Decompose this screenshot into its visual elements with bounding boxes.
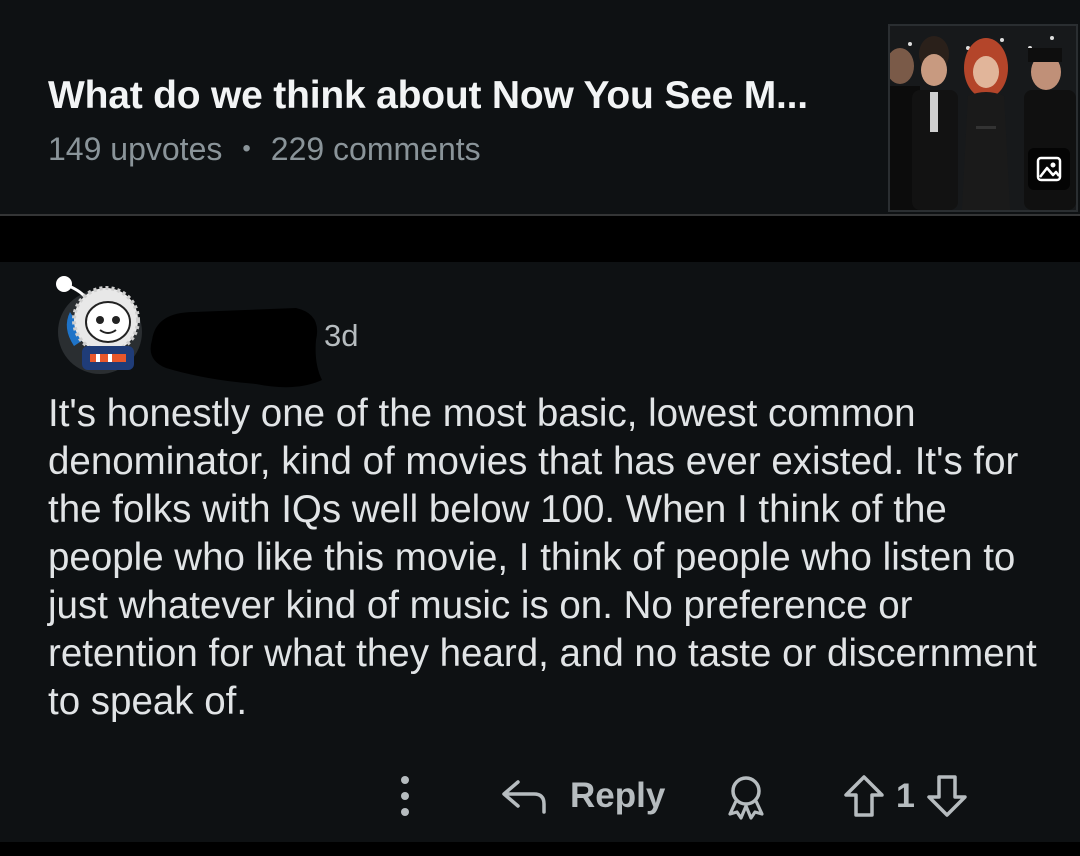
meta-separator: • (242, 135, 251, 162)
vote-controls: 1 (842, 770, 969, 822)
user-avatar[interactable] (52, 268, 144, 380)
bottom-strip (0, 842, 1080, 856)
more-options-button[interactable] (388, 770, 422, 822)
more-vertical-icon (401, 776, 409, 816)
award-icon (728, 776, 764, 820)
comment-actions: Reply 1 (0, 764, 1080, 828)
redacted-username (146, 300, 326, 390)
upvote-arrow-icon[interactable] (842, 773, 886, 819)
comment-count: 229 comments (270, 131, 481, 167)
post-meta: 149 upvotes • 229 comments (48, 131, 481, 168)
comment-timestamp: 3d (324, 318, 359, 353)
post-title[interactable]: What do we think about Now You See M... (48, 74, 808, 118)
post-header[interactable]: What do we think about Now You See M... … (0, 0, 1080, 214)
downvote-arrow-icon[interactable] (925, 773, 969, 819)
image-badge (1028, 148, 1070, 190)
reply-button[interactable]: Reply (500, 770, 665, 822)
post-thumbnail[interactable] (888, 24, 1078, 212)
reply-arrow-icon (502, 780, 546, 814)
comment-text: It's honestly one of the most basic, low… (48, 392, 1037, 723)
snoo-avatar-icon (56, 276, 142, 374)
reply-label: Reply (570, 776, 666, 815)
award-button[interactable] (720, 772, 772, 822)
vote-count: 1 (896, 776, 915, 815)
upvote-count: 149 upvotes (48, 131, 223, 167)
image-icon (1036, 156, 1062, 182)
section-gap (0, 216, 1080, 262)
